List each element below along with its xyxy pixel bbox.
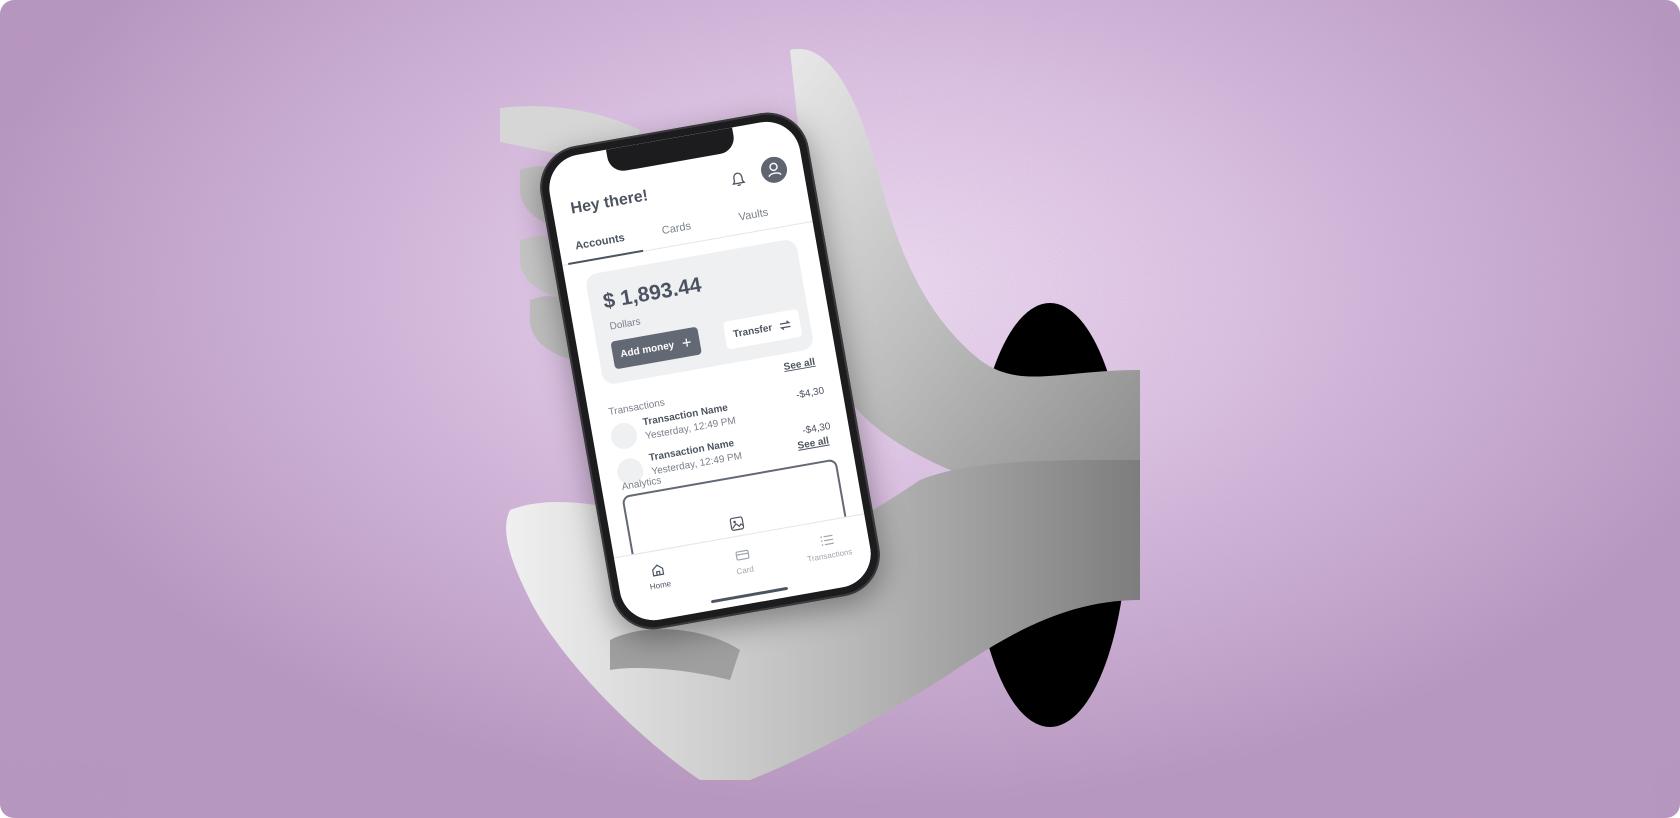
nav-home[interactable]: Home [622,557,696,596]
balance-currency: Dollars [608,316,642,333]
nav-card-label: Card [735,564,755,577]
transfer-label: Transfer [732,322,774,340]
transfer-arrows-icon [779,320,791,331]
transaction-amount: -$4,30 [795,385,826,402]
transaction-avatar [608,420,640,451]
nav-home-label: Home [649,579,672,592]
tab-vaults[interactable]: Vaults [738,207,769,224]
nav-transactions-label: Transactions [806,547,854,564]
balance-card: $ 1,893.44 Dollars Add money Transfer [584,238,815,386]
home-indicator [710,586,789,604]
transaction-amount: -$4,30 [801,421,832,437]
bell-icon[interactable] [729,170,748,189]
transactions-see-all-link[interactable]: See all [783,357,816,373]
add-money-label: Add money [619,339,676,360]
nav-transactions[interactable]: Transactions [791,527,865,566]
image-placeholder-icon [729,516,745,531]
nav-card[interactable]: Card [707,542,781,581]
balance-amount: $ 1,893.44 [601,273,704,314]
avatar[interactable] [758,154,790,185]
plus-icon [682,338,691,347]
tab-accounts[interactable]: Accounts [574,232,625,253]
list-icon [820,534,834,546]
transfer-button[interactable]: Transfer [722,308,803,350]
active-tab-indicator [568,249,644,265]
user-icon [768,162,782,178]
card-icon [735,549,750,561]
greeting-title: Hey there! [569,187,650,218]
tab-cards[interactable]: Cards [661,220,692,237]
add-money-button[interactable]: Add money [610,326,702,370]
hero-scene: Hey there! Accounts Cards Vaults $ 1,893… [0,0,1680,818]
home-icon [652,564,665,577]
